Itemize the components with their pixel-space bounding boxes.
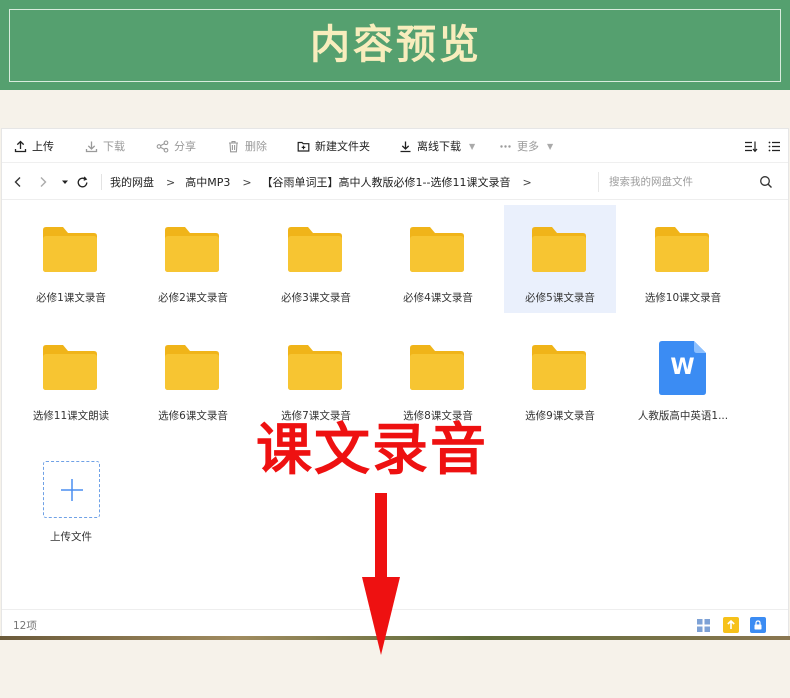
delete-label: 删除 (245, 140, 267, 153)
folder-icon (288, 227, 342, 272)
lock-icon[interactable] (750, 617, 766, 633)
file-name: 必修3课文录音 (281, 292, 351, 304)
folder-item[interactable]: 选修7课文录音 (260, 323, 372, 431)
file-name: 必修5课文录音 (525, 292, 595, 304)
folder-icon (165, 345, 219, 390)
annotation-overlay-text: 课文录音 (256, 418, 488, 483)
list-view-button[interactable] (767, 137, 781, 155)
breadcrumb: 我的网盘 > 高中MP3 > 【谷雨单词王】高中人教版必修1--选修11课文录音… (101, 174, 542, 190)
more-icon (498, 139, 512, 153)
folder-icon (43, 227, 97, 272)
upload-file-label: 上传文件 (50, 531, 92, 543)
banner-title: 内容预览 (310, 21, 482, 68)
share-button[interactable]: 分享 (155, 137, 196, 155)
down-arrow-icon (362, 493, 400, 655)
word-document-item[interactable]: W 人教版高中英语1... (627, 323, 739, 431)
upload-box[interactable] (43, 461, 100, 518)
search-input[interactable] (609, 173, 749, 191)
grid-view-icon[interactable] (695, 617, 711, 633)
folder-item[interactable]: 选修8课文录音 (382, 323, 494, 431)
folder-item[interactable]: 必修2课文录音 (137, 205, 249, 313)
folder-item[interactable]: 必修4课文录音 (382, 205, 494, 313)
more-button[interactable]: 更多 ▼ (498, 137, 553, 155)
folder-icon (410, 345, 464, 390)
file-name: 必修4课文录音 (403, 292, 473, 304)
delete-button[interactable]: 删除 (226, 137, 267, 155)
folder-item[interactable]: 选修10课文录音 (627, 205, 739, 313)
offline-download-label: 离线下载 (417, 140, 461, 153)
folder-icon (655, 227, 709, 272)
breadcrumb-item-current[interactable]: 【谷雨单词王】高中人教版必修1--选修11课文录音 (262, 174, 511, 190)
breadcrumb-separator: > (166, 175, 176, 189)
folder-icon (43, 345, 97, 390)
file-name: 必修2课文录音 (158, 292, 228, 304)
breadcrumb-item-mp3[interactable]: 高中MP3 (185, 174, 230, 190)
download-icon (84, 139, 98, 153)
item-count: 12项 (13, 620, 37, 632)
upload-file-tile[interactable]: 上传文件 (15, 453, 127, 561)
word-letter: W (670, 355, 695, 380)
file-name: 选修10课文录音 (644, 292, 722, 304)
folder-item[interactable]: 选修6课文录音 (137, 323, 249, 431)
delete-icon (226, 139, 240, 153)
file-name: 选修9课文录音 (525, 410, 595, 422)
header-banner: 内容预览 (0, 0, 790, 90)
chevron-down-icon: ▼ (469, 141, 476, 151)
breadcrumb-separator: > (242, 175, 252, 189)
upload-queue-icon[interactable] (723, 617, 739, 633)
folder-item-selected[interactable]: 必修5课文录音 (504, 205, 616, 313)
navigation-bar: 我的网盘 > 高中MP3 > 【谷雨单词王】高中人教版必修1--选修11课文录音… (2, 164, 788, 200)
history-dropdown-icon[interactable] (57, 174, 73, 190)
new-folder-button[interactable]: 新建文件夹 (296, 137, 370, 155)
upload-icon (13, 139, 27, 153)
search-box (598, 172, 782, 192)
folder-icon (288, 345, 342, 390)
search-icon[interactable] (759, 174, 773, 193)
file-name: 必修1课文录音 (36, 292, 106, 304)
plus-icon (60, 478, 83, 501)
file-name: 选修6课文录音 (158, 410, 228, 422)
download-button[interactable]: 下载 (84, 137, 125, 155)
chevron-down-icon: ▼ (547, 141, 554, 151)
sort-icon (744, 139, 758, 153)
folder-icon (532, 345, 586, 390)
sort-button[interactable] (744, 137, 758, 155)
folder-item[interactable]: 必修3课文录音 (260, 205, 372, 313)
share-label: 分享 (174, 140, 196, 153)
folder-item[interactable]: 必修1课文录音 (15, 205, 127, 313)
new-folder-label: 新建文件夹 (315, 140, 370, 153)
forward-icon[interactable] (35, 174, 51, 190)
folder-icon (165, 227, 219, 272)
breadcrumb-separator: > (522, 175, 532, 189)
folder-icon (410, 227, 464, 272)
folder-item[interactable]: 选修9课文录音 (504, 323, 616, 431)
new-folder-icon (296, 139, 310, 153)
folder-item[interactable]: 选修11课文朗读 (15, 323, 127, 431)
upload-button[interactable]: 上传 (13, 137, 54, 155)
upload-label: 上传 (32, 140, 54, 153)
back-icon[interactable] (10, 174, 26, 190)
list-view-icon (767, 139, 781, 153)
more-label: 更多 (517, 140, 539, 153)
breadcrumb-item-root[interactable]: 我的网盘 (110, 174, 154, 190)
refresh-icon[interactable] (74, 174, 90, 190)
toolbar: 上传 下载 分享 删除 新建文件夹 离线下载 ▼ 更多 ▼ (2, 129, 788, 163)
folder-icon (532, 227, 586, 272)
file-name: 选修11课文朗读 (32, 410, 110, 422)
offline-download-button[interactable]: 离线下载 ▼ (398, 137, 475, 155)
download-label: 下载 (103, 140, 125, 153)
banner-frame: 内容预览 (9, 9, 781, 82)
file-name: 人教版高中英语1... (637, 410, 729, 422)
share-icon (155, 139, 169, 153)
offline-download-icon (398, 139, 412, 153)
